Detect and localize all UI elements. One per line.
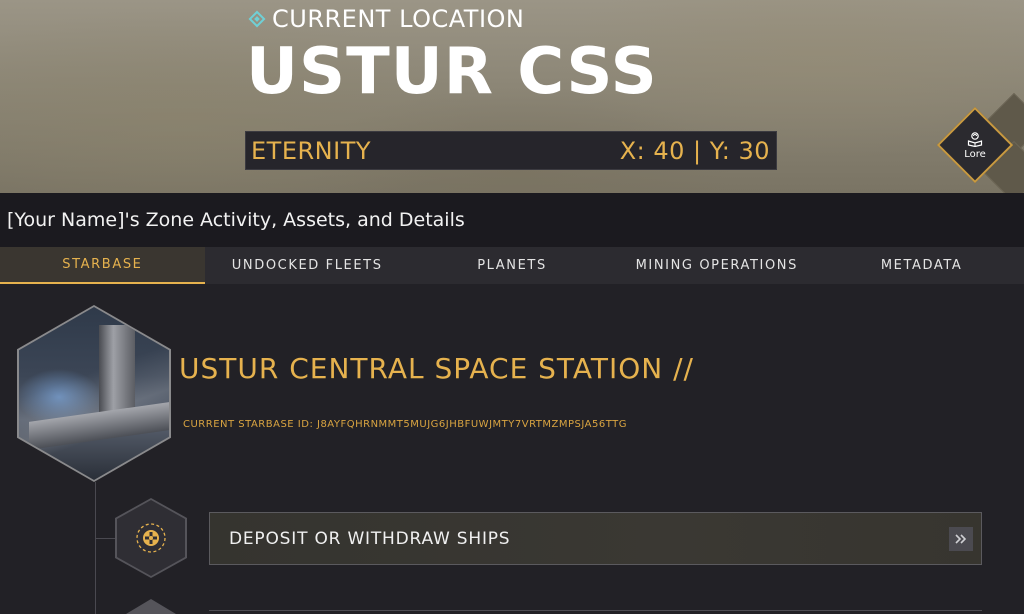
deposit-withdraw-ships-button[interactable]: DEPOSIT OR WITHDRAW SHIPS [209,512,982,565]
book-icon [967,131,983,147]
location-diamond-icon [248,10,266,28]
starbase-id: CURRENT STARBASE ID: J8AYFQHRNMMT5MUJG6J… [183,419,628,430]
region-name: ETERNITY [251,136,372,165]
tree-connector-line [95,482,96,614]
lore-label: Lore [964,148,986,160]
coordinates: X: 40 | Y: 30 [619,136,770,165]
starbase-panel: USTUR CENTRAL SPACE STATION // CURRENT S… [0,284,1024,614]
action-icon-hex [115,498,187,578]
ship-target-icon [136,523,166,553]
starbase-image-art [19,307,169,480]
tree-connector-branch [95,538,117,539]
tab-undocked-fleets[interactable]: UNDOCKED FLEETS [205,247,410,284]
location-coordinates-bar: ETERNITY X: 40 | Y: 30 [245,131,777,170]
tab-planets[interactable]: PLANETS [410,247,615,284]
double-chevron-right-icon[interactable] [949,527,973,551]
tab-metadata[interactable]: METADATA [819,247,1024,284]
current-location-label: CURRENT LOCATION [272,5,525,33]
lore-widget: Lore [936,92,1024,193]
starbase-title: USTUR CENTRAL SPACE STATION // [179,352,694,385]
location-name: USTUR CSS [246,35,658,109]
zone-tabs: STARBASE UNDOCKED FLEETS PLANETS MINING … [0,247,1024,284]
zone-activity-title: [Your Name]'s Zone Activity, Assets, and… [7,209,465,231]
next-action-button-edge [209,610,982,614]
deposit-withdraw-ships-label: DEPOSIT OR WITHDRAW SHIPS [229,528,511,549]
zone-activity-header: [Your Name]'s Zone Activity, Assets, and… [0,193,1024,247]
tab-mining-operations[interactable]: MINING OPERATIONS [614,247,819,284]
starbase-image [17,305,171,482]
next-action-icon-hex [126,599,176,614]
location-hero: CURRENT LOCATION USTUR CSS ETERNITY X: 4… [0,0,1024,193]
current-location-header: CURRENT LOCATION [248,4,524,34]
tab-starbase[interactable]: STARBASE [0,247,205,284]
lore-button-content[interactable]: Lore [946,120,1004,170]
